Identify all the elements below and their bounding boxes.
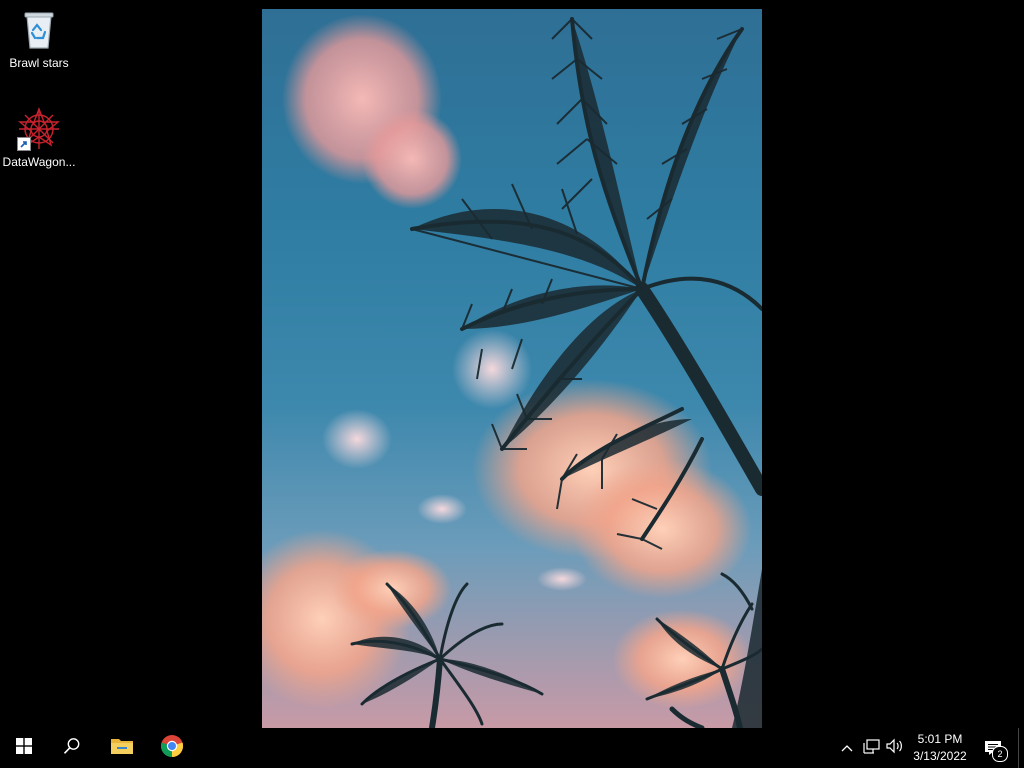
- taskbar-file-explorer[interactable]: [98, 728, 146, 768]
- windows-start-icon: [16, 737, 32, 759]
- folder-icon: [110, 736, 134, 761]
- network-icon: [862, 738, 880, 759]
- desktop-icon-datawagon[interactable]: DataWagon...: [1, 107, 77, 169]
- shortcut-arrow-icon: [17, 137, 31, 151]
- taskbar-clock[interactable]: 5:01 PM 3/13/2022: [904, 728, 976, 768]
- chrome-icon: [160, 734, 184, 763]
- tray-volume-button[interactable]: [884, 728, 906, 768]
- tray-network-button[interactable]: [860, 728, 882, 768]
- wallpaper-image: [262, 9, 762, 728]
- clock-time: 5:01 PM: [917, 732, 963, 746]
- desktop-icon-label: Brawl stars: [9, 56, 69, 70]
- desktop-icon-brawl-stars[interactable]: Brawl stars: [1, 8, 77, 70]
- search-button[interactable]: [48, 728, 96, 768]
- clock-date: 3/13/2022: [913, 749, 967, 763]
- desktop: Brawl stars DataWagon...: [0, 0, 1024, 728]
- speaker-icon: [886, 738, 904, 759]
- datawagon-icon: [17, 107, 61, 151]
- taskbar: 5:01 PM 3/13/2022 2: [0, 728, 1024, 768]
- taskbar-chrome[interactable]: [148, 728, 196, 768]
- tray-overflow-button[interactable]: [836, 728, 858, 768]
- notification-count-badge: 2: [992, 746, 1008, 762]
- desktop-icon-label: DataWagon...: [2, 155, 76, 169]
- show-desktop-button[interactable]: [1018, 728, 1024, 768]
- chevron-up-icon: [841, 739, 853, 757]
- action-center-button[interactable]: 2: [980, 728, 1008, 768]
- notification-icon: 2: [984, 740, 1008, 762]
- search-icon: [63, 737, 81, 760]
- start-button[interactable]: [0, 728, 48, 768]
- recycle-bin-icon: [17, 8, 61, 52]
